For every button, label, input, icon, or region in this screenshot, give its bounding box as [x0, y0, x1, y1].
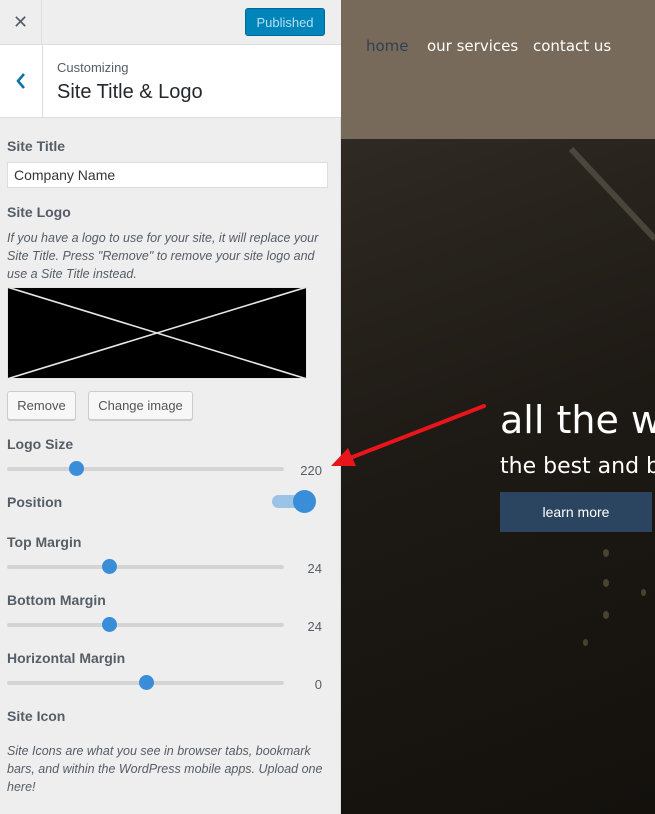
background-light — [603, 549, 609, 557]
logo-preview-image — [6, 286, 308, 380]
hero-subtitle: the best and b — [500, 454, 655, 479]
horizontal-margin-label: Horizontal Margin — [7, 650, 126, 666]
back-button[interactable] — [0, 45, 43, 117]
background-light — [583, 639, 588, 646]
learn-more-button[interactable]: learn more — [500, 492, 652, 532]
background-beam — [568, 146, 655, 242]
chevron-left-icon — [16, 73, 25, 89]
remove-logo-button[interactable]: Remove — [7, 391, 76, 420]
site-icon-description: Site Icons are what you see in browser t… — [7, 744, 323, 794]
top-margin-value: 24 — [307, 561, 322, 576]
nav-link-contact-us[interactable]: contact us — [533, 37, 611, 55]
change-image-button[interactable]: Change image — [88, 391, 193, 420]
horizontal-margin-slider[interactable] — [7, 675, 284, 690]
bottom-margin-slider[interactable] — [7, 617, 284, 632]
bottom-margin-label: Bottom Margin — [7, 592, 106, 608]
site-logo-description: If you have a logo to use for your site,… — [7, 231, 319, 281]
position-label: Position — [7, 494, 63, 510]
site-title-input[interactable] — [7, 162, 328, 188]
published-button[interactable]: Published — [245, 8, 325, 36]
background-light — [641, 589, 646, 596]
close-customizer-button[interactable]: ✕ — [0, 0, 42, 44]
placeholder-image-icon — [6, 286, 308, 380]
section-header: Customizing Site Title & Logo — [0, 45, 341, 118]
nav-link-our-services[interactable]: our services — [427, 37, 518, 55]
section-title: Site Title & Logo — [57, 81, 203, 103]
top-margin-slider-thumb[interactable] — [102, 559, 118, 574]
position-toggle-knob[interactable] — [293, 490, 316, 513]
nav-link-home[interactable]: home — [366, 37, 409, 55]
logo-size-slider-thumb[interactable] — [69, 461, 85, 476]
close-icon: ✕ — [12, 11, 29, 33]
customizing-label: Customizing — [57, 60, 129, 75]
background-light — [603, 611, 609, 619]
customizer-topbar: ✕ Published — [0, 0, 341, 45]
customizer-panel: ✕ Published Customizing Site Title & Log… — [0, 0, 341, 814]
top-margin-label: Top Margin — [7, 534, 82, 550]
logo-size-label: Logo Size — [7, 436, 74, 452]
position-toggle[interactable] — [272, 490, 316, 513]
background-light — [603, 579, 609, 587]
bottom-margin-value: 24 — [307, 619, 322, 634]
hero-title: all the w — [500, 398, 655, 442]
logo-size-slider[interactable] — [7, 461, 284, 476]
site-logo-label: Site Logo — [7, 204, 71, 220]
horizontal-margin-slider-thumb[interactable] — [138, 675, 154, 690]
logo-size-value: 220 — [300, 463, 322, 478]
site-icon-label: Site Icon — [7, 708, 66, 724]
bottom-margin-slider-thumb[interactable] — [102, 617, 118, 632]
horizontal-margin-value: 0 — [314, 677, 322, 692]
site-preview: home our services contact us all the w t… — [341, 0, 655, 814]
top-margin-slider[interactable] — [7, 559, 284, 574]
site-title-label: Site Title — [7, 138, 66, 154]
site-header: home our services contact us — [341, 0, 655, 139]
